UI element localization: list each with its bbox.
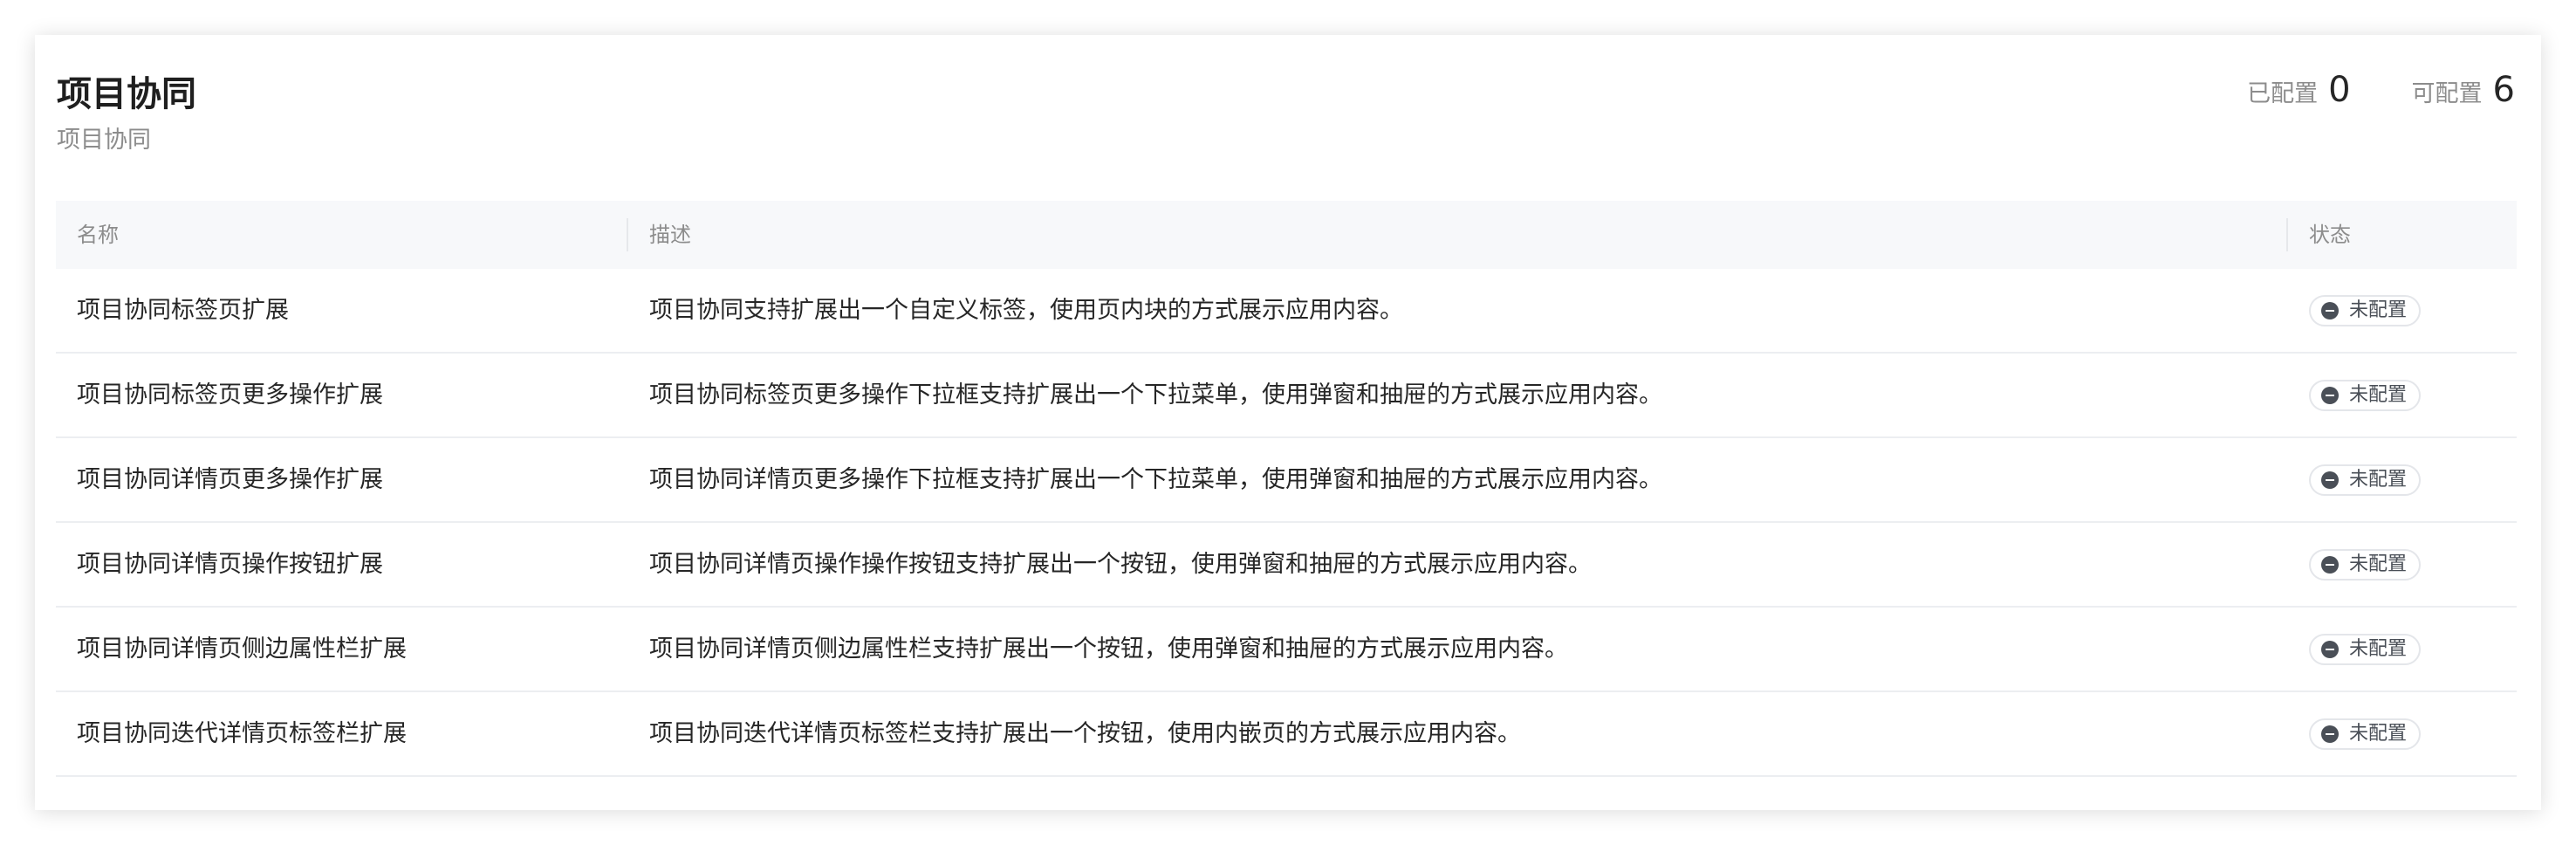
extension-card: 项目协同 项目协同 已配置 0 可配置 6 名称 描述 状态 项目协同标签页扩展… — [35, 35, 2541, 810]
row-name: 项目协同标签页更多操作扩展 — [77, 381, 383, 409]
table-row[interactable]: 项目协同详情页侧边属性栏扩展 项目协同详情页侧边属性栏支持扩展出一个按钮，使用弹… — [56, 608, 2517, 692]
table-row[interactable]: 项目协同详情页更多操作扩展 项目协同详情页更多操作下拉框支持扩展出一个下拉菜单，… — [56, 438, 2517, 523]
status-badge: 未配置 — [2309, 295, 2422, 326]
status-badge-label: 未配置 — [2349, 553, 2408, 575]
row-description: 项目协同详情页更多操作下拉框支持扩展出一个下拉菜单，使用弹窗和抽屉的方式展示应用… — [649, 466, 1662, 493]
column-divider — [2286, 218, 2288, 251]
status-badge: 未配置 — [2309, 464, 2422, 496]
stat-configured: 已配置 0 — [2247, 70, 2350, 110]
status-badge-label: 未配置 — [2349, 638, 2408, 660]
table-header: 名称 描述 状态 — [56, 201, 2517, 269]
stat-configured-value: 0 — [2328, 70, 2351, 110]
minus-circle-icon — [2321, 302, 2339, 319]
status-badge-label: 未配置 — [2349, 469, 2408, 491]
column-divider — [627, 218, 628, 251]
page-title: 项目协同 — [57, 74, 196, 114]
status-badge-label: 未配置 — [2349, 723, 2408, 745]
row-description: 项目协同详情页操作操作按钮支持扩展出一个按钮，使用弹窗和抽屉的方式展示应用内容。 — [649, 551, 1592, 578]
status-badge: 未配置 — [2309, 718, 2422, 750]
row-name: 项目协同详情页更多操作扩展 — [77, 466, 383, 493]
row-name: 项目协同详情页侧边属性栏扩展 — [77, 635, 407, 663]
minus-circle-icon — [2321, 556, 2339, 574]
stat-configured-label: 已配置 — [2247, 80, 2319, 107]
minus-circle-icon — [2321, 387, 2339, 404]
table-row[interactable]: 项目协同详情页操作按钮扩展 项目协同详情页操作操作按钮支持扩展出一个按钮，使用弹… — [56, 523, 2517, 608]
status-badge: 未配置 — [2309, 634, 2422, 665]
status-badge-label: 未配置 — [2349, 299, 2408, 321]
row-description: 项目协同标签页更多操作下拉框支持扩展出一个下拉菜单，使用弹窗和抽屉的方式展示应用… — [649, 381, 1662, 409]
stat-configurable: 可配置 6 — [2412, 70, 2515, 110]
row-name: 项目协同标签页扩展 — [77, 297, 289, 324]
minus-circle-icon — [2321, 725, 2339, 743]
table-row[interactable]: 项目协同迭代详情页标签栏扩展 项目协同迭代详情页标签栏支持扩展出一个按钮，使用内… — [56, 692, 2517, 777]
minus-circle-icon — [2321, 471, 2339, 489]
table-row[interactable]: 项目协同标签页更多操作扩展 项目协同标签页更多操作下拉框支持扩展出一个下拉菜单，… — [56, 354, 2517, 438]
column-header-name: 名称 — [77, 223, 119, 247]
status-badge: 未配置 — [2309, 549, 2422, 581]
stats-summary: 已配置 0 可配置 6 — [2186, 70, 2515, 110]
status-badge: 未配置 — [2309, 380, 2422, 411]
row-description: 项目协同详情页侧边属性栏支持扩展出一个按钮，使用弹窗和抽屉的方式展示应用内容。 — [649, 635, 1568, 663]
column-header-description: 描述 — [649, 223, 691, 247]
extension-table: 名称 描述 状态 项目协同标签页扩展 项目协同支持扩展出一个自定义标签，使用页内… — [56, 201, 2517, 777]
table-row[interactable]: 项目协同标签页扩展 项目协同支持扩展出一个自定义标签，使用页内块的方式展示应用内… — [56, 269, 2517, 354]
status-badge-label: 未配置 — [2349, 384, 2408, 406]
stat-configurable-value: 6 — [2492, 70, 2515, 110]
minus-circle-icon — [2321, 641, 2339, 658]
stat-configurable-label: 可配置 — [2411, 80, 2483, 107]
row-name: 项目协同详情页操作按钮扩展 — [77, 551, 383, 578]
column-header-status: 状态 — [2309, 223, 2351, 247]
page-subtitle: 项目协同 — [57, 127, 151, 154]
row-name: 项目协同迭代详情页标签栏扩展 — [77, 720, 407, 747]
row-description: 项目协同迭代详情页标签栏支持扩展出一个按钮，使用内嵌页的方式展示应用内容。 — [649, 720, 1521, 747]
row-description: 项目协同支持扩展出一个自定义标签，使用页内块的方式展示应用内容。 — [649, 297, 1403, 324]
